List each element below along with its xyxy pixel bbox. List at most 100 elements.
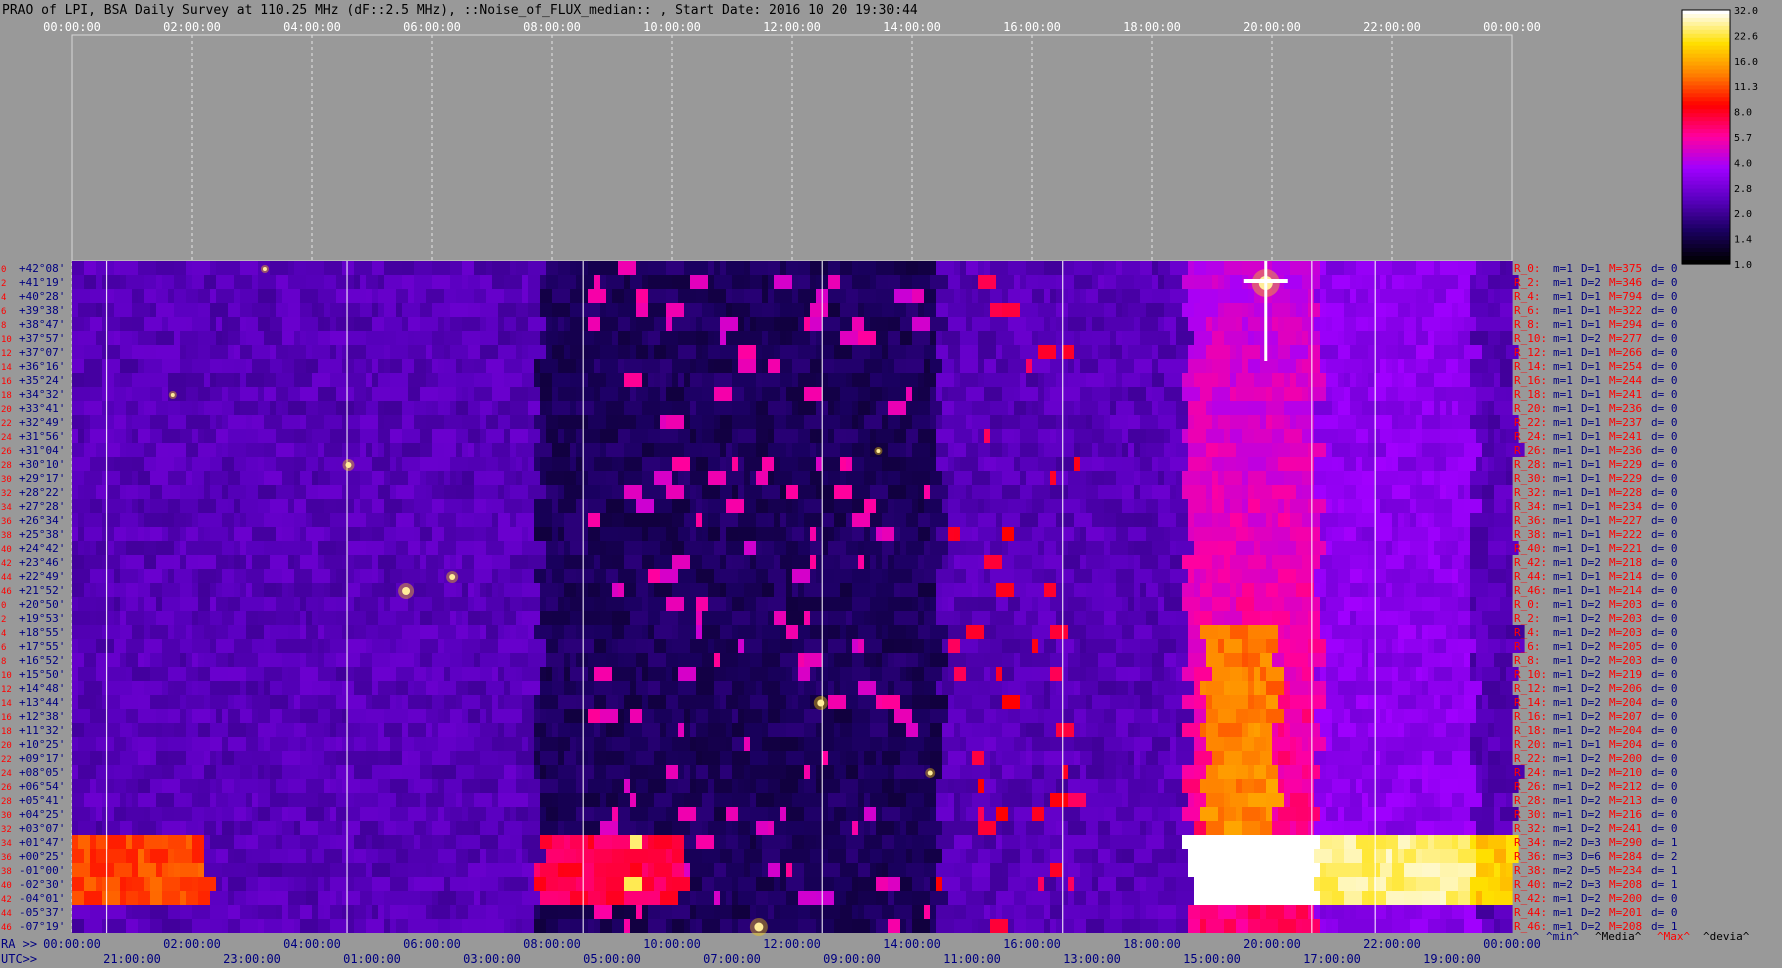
heatmap-cell: [216, 317, 223, 331]
heatmap-cell: [276, 401, 283, 415]
heatmap-cell: [1386, 583, 1393, 597]
heatmap-cell: [1056, 681, 1075, 695]
heatmap-cell: [618, 709, 625, 723]
heatmap-cell: [1404, 779, 1411, 793]
heatmap-cell: [1080, 653, 1099, 667]
heatmap-cell: [972, 317, 991, 331]
heatmap-cell: [1326, 541, 1333, 555]
heatmap-cell: [1254, 387, 1267, 401]
heatmap-cell: [696, 527, 703, 541]
heatmap-cell: [1080, 401, 1099, 415]
heatmap-cell: [1230, 359, 1243, 373]
heatmap-cell: [660, 359, 673, 373]
heatmap-cell: [348, 471, 361, 485]
heatmap-cell: [1182, 429, 1189, 443]
heatmap-cell: [300, 611, 307, 625]
heatmap-cell: [1092, 415, 1105, 429]
heatmap-cell: [1398, 457, 1417, 471]
heatmap-cell: [1224, 471, 1243, 485]
heatmap-cell: [1074, 345, 1093, 359]
heatmap-cell: [306, 513, 313, 527]
heatmap-cell: [162, 569, 169, 583]
heatmap-cell: [672, 625, 679, 639]
heatmap-cell: [1140, 653, 1153, 667]
heatmap-cell: [636, 289, 649, 303]
heatmap-cell: [1002, 345, 1021, 359]
heatmap-cell: [126, 835, 133, 849]
heatmap-cell: [258, 807, 271, 821]
heatmap-cell: [1170, 737, 1177, 751]
heatmap-cell: [1350, 443, 1369, 457]
heatmap-cell: [1074, 751, 1081, 765]
heatmap-cell: [414, 331, 433, 345]
heatmap-cell: [1218, 415, 1231, 429]
heatmap-cell: [636, 821, 649, 835]
heatmap-cell: [1416, 499, 1435, 513]
heatmap-cell: [1272, 387, 1285, 401]
heatmap-cell: [1032, 737, 1051, 751]
heatmap-cell: [1212, 597, 1231, 611]
heatmap-cell: [318, 387, 337, 401]
heatmap-cell: [666, 807, 679, 821]
heatmap-cell: [996, 583, 1015, 597]
heatmap-cell: [354, 359, 361, 373]
heatmap-cell: [570, 681, 577, 695]
heatmap-cell: [834, 723, 841, 737]
heatmap-cell: [954, 401, 973, 415]
heatmap-cell: [1242, 611, 1261, 625]
heatmap-cell: [834, 499, 853, 513]
heatmap-cell: [108, 625, 121, 639]
heatmap-cell: [1284, 597, 1303, 611]
heatmap-cell: [1134, 275, 1153, 289]
heatmap-cell: [354, 555, 373, 569]
heatmap-cell: [294, 485, 307, 499]
heatmap-cell: [432, 429, 451, 443]
heatmap-cell: [1140, 317, 1159, 331]
heatmap-cell: [786, 667, 793, 681]
heatmap-cell: [840, 443, 853, 457]
heatmap-cell: [258, 709, 271, 723]
heatmap-cell: [690, 555, 703, 569]
heatmap-cell: [1446, 401, 1453, 415]
heatmap-cell: [1416, 415, 1423, 429]
heatmap-cell: [624, 653, 637, 667]
heatmap-cell: [522, 499, 535, 513]
heatmap-cell: [372, 457, 391, 471]
heatmap-cell: [1020, 695, 1027, 709]
heatmap-cell: [300, 667, 319, 681]
heatmap-cell: [1068, 359, 1075, 373]
heatmap-cell: [324, 555, 343, 569]
heatmap-cell: [834, 681, 841, 695]
heatmap-cell: [474, 569, 493, 583]
heatmap-cell: [1044, 443, 1063, 457]
heatmap-cell: [1026, 499, 1033, 513]
heatmap-cell: [768, 471, 775, 485]
heatmap-cell: [1482, 667, 1501, 681]
heatmap-cell: [1284, 415, 1291, 429]
heatmap-cell: [888, 359, 895, 373]
heatmap-cell: [870, 569, 883, 583]
heatmap-cell: [696, 751, 703, 765]
heatmap-cell: [1128, 681, 1135, 695]
heatmap-cell: [1026, 723, 1045, 737]
heatmap-cell: [72, 835, 79, 849]
heatmap-cell: [930, 485, 949, 499]
heatmap-cell: [210, 793, 217, 807]
heatmap-cell: [594, 639, 607, 653]
heatmap-cell: [72, 485, 79, 499]
heatmap-cell: [540, 331, 547, 345]
heatmap-cell: [546, 331, 559, 345]
heatmap-cell: [276, 485, 295, 499]
heatmap-cell: [432, 443, 445, 457]
heatmap-cell: [528, 793, 541, 807]
heatmap-cell: [1044, 709, 1063, 723]
heatmap-cell: [294, 457, 307, 471]
heatmap-cell: [1284, 625, 1291, 639]
heatmap-cell: [756, 821, 769, 835]
heatmap-cell: [240, 653, 259, 667]
heatmap-cell: [672, 513, 685, 527]
heatmap-cell: [210, 387, 223, 401]
heatmap-cell: [1332, 821, 1345, 835]
heatmap-cell: [522, 681, 541, 695]
heatmap-cell: [918, 723, 925, 737]
